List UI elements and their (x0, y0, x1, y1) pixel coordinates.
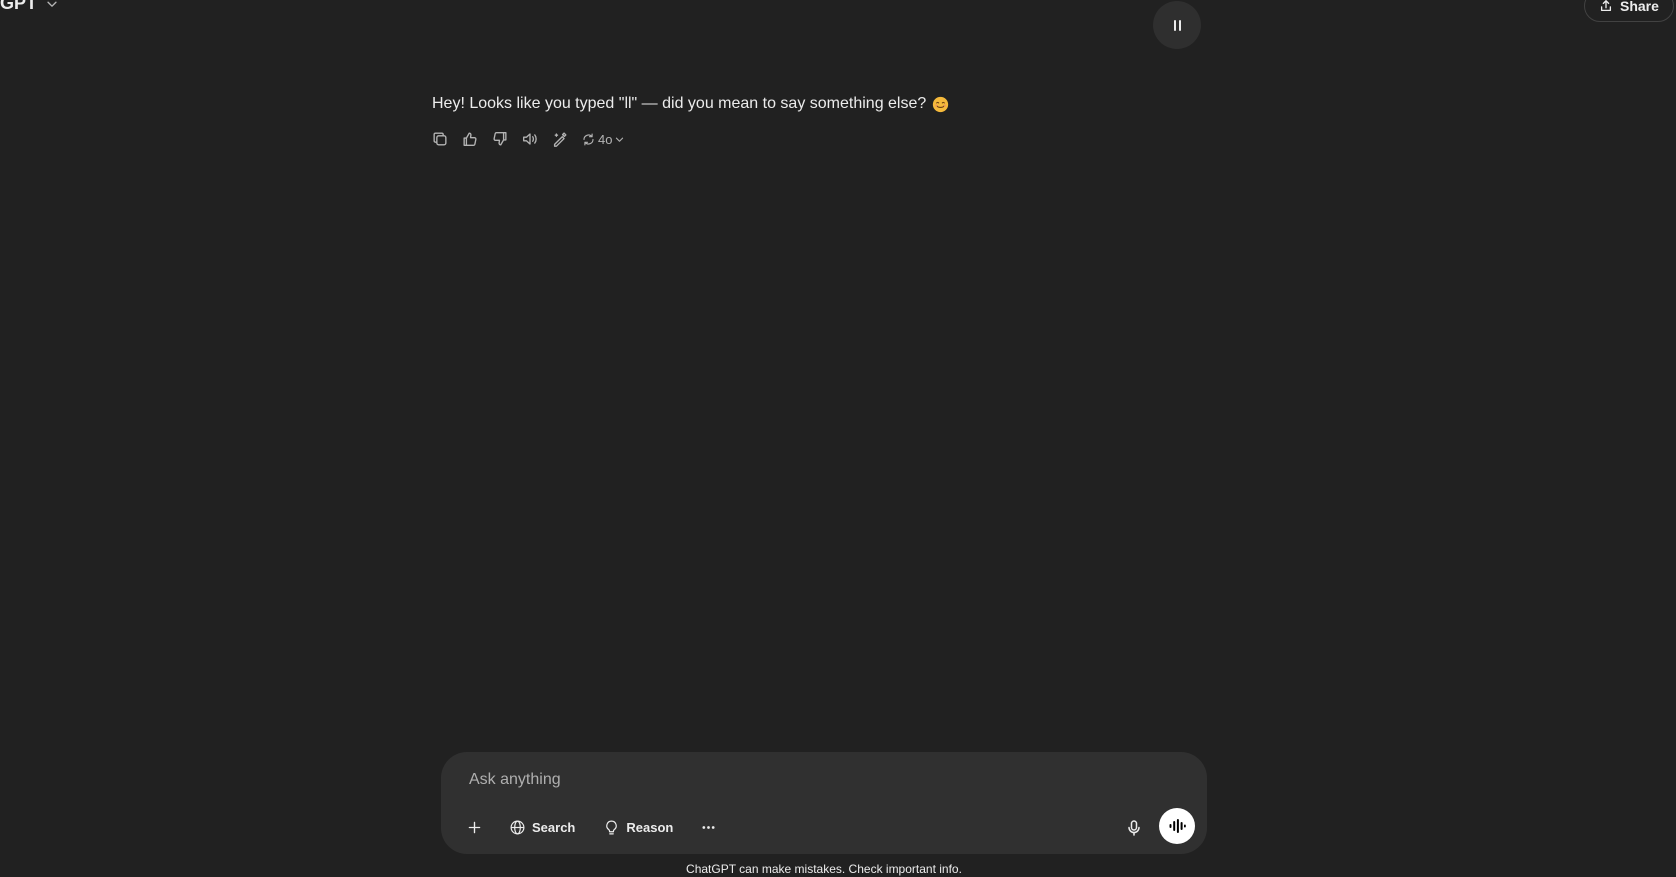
share-button[interactable]: Share (1584, 0, 1674, 22)
globe-icon (510, 820, 525, 834)
attach-button[interactable] (457, 810, 491, 844)
microphone-icon[interactable] (1124, 818, 1144, 838)
pause-button[interactable] (1153, 1, 1201, 49)
assistant-message: Hey! Looks like you typed "ll" — did you… (432, 93, 949, 115)
message-actions: 4o (431, 130, 625, 148)
search-button[interactable]: Search (499, 810, 585, 844)
edit-magic-icon[interactable] (551, 130, 569, 148)
chevron-down-icon (616, 137, 624, 142)
pause-icon (1173, 19, 1181, 31)
model-label: 4o (598, 131, 613, 147)
chevron-down-icon (45, 0, 59, 11)
regenerate-model-switcher[interactable]: 4o (581, 132, 625, 147)
share-icon (1599, 0, 1613, 13)
assistant-message-text: Hey! Looks like you typed "ll" — did you… (432, 95, 927, 112)
voice-waveform-icon (1169, 819, 1186, 833)
prompt-input[interactable] (467, 766, 1167, 794)
composer: Search Reason (441, 752, 1207, 854)
chat-app: tGPT Share Hey! Looks like you typed "ll… (0, 0, 1676, 877)
share-label: Share (1620, 0, 1659, 14)
composer-tools: Search Reason (457, 810, 725, 844)
thumbs-up-icon[interactable] (461, 130, 479, 148)
thumbs-down-icon[interactable] (491, 130, 509, 148)
read-aloud-icon[interactable] (521, 130, 539, 148)
lightbulb-icon (606, 820, 618, 834)
plus-icon (468, 821, 480, 833)
more-tools-button[interactable] (691, 810, 725, 844)
search-label: Search (532, 819, 576, 835)
more-horizontal-icon (702, 825, 715, 829)
disclaimer: ChatGPT can make mistakes. Check importa… (686, 862, 962, 876)
reason-button[interactable]: Reason (593, 810, 683, 844)
regenerate-icon (583, 133, 594, 145)
reason-label: Reason (626, 819, 674, 835)
voice-mode-button[interactable] (1159, 808, 1195, 844)
model-selector[interactable]: tGPT (0, 0, 59, 14)
smiling-face-emoji-icon (932, 96, 949, 113)
model-selector-label: tGPT (0, 0, 37, 13)
copy-icon[interactable] (431, 130, 449, 148)
